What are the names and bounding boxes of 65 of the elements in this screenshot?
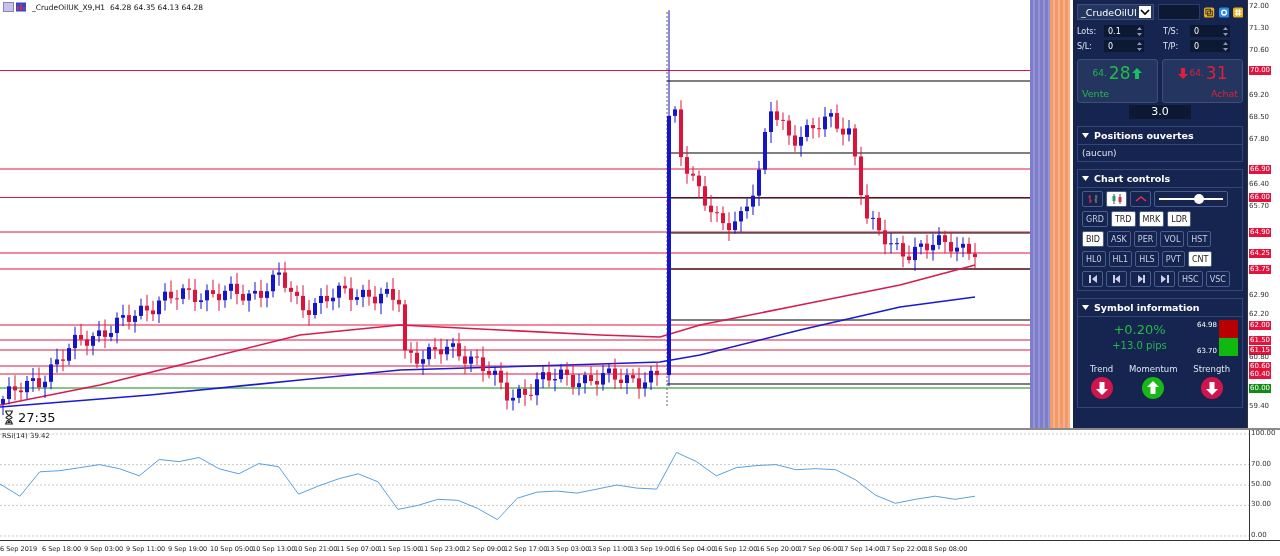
skip-forward-button[interactable] [1154, 271, 1175, 287]
spread-value: 3.0 [1129, 105, 1191, 119]
candle-chart-button[interactable] [1106, 191, 1127, 207]
toggle-button[interactable]: HLS [1135, 251, 1159, 267]
toggle-button[interactable]: VOL [1160, 231, 1185, 247]
toggle-button[interactable]: HL1 [1108, 251, 1133, 267]
toggle-button[interactable]: HSC [1178, 271, 1203, 287]
change-percent: +0.20% [1113, 322, 1166, 337]
countdown-timer: 27:35 [18, 410, 56, 425]
field-label: T/P: [1163, 41, 1180, 51]
skip-forward-icon [1158, 273, 1171, 285]
down-arrow-icon [1177, 67, 1188, 79]
indicator-label: Momentum [1129, 364, 1178, 374]
bar-chart-icon [1086, 194, 1099, 204]
spinner-icon[interactable] [1223, 25, 1228, 37]
chart-icon [3, 2, 27, 12]
number-field[interactable]: 0 [1190, 25, 1230, 37]
change-pips: +13.0 pips [1112, 340, 1167, 351]
grid-icon[interactable] [1232, 6, 1243, 18]
step-back-button[interactable] [1106, 271, 1127, 287]
toggle-button[interactable]: MRK [1138, 211, 1165, 227]
indicator-label: Trend [1089, 364, 1114, 374]
field-label: T/S: [1163, 26, 1180, 36]
section-header[interactable]: Positions ouvertes [1078, 127, 1242, 145]
toggle-button[interactable]: LDR [1167, 211, 1192, 227]
toggle-button[interactable]: VSC [1205, 271, 1230, 287]
caret-up-icon [1134, 194, 1147, 204]
toggle-button[interactable]: PER [1133, 231, 1158, 247]
up-arrow-icon [1132, 67, 1143, 79]
number-field[interactable]: 0 [1190, 40, 1230, 52]
bar-chart-button[interactable] [1082, 191, 1103, 207]
toggle-button[interactable]: BID [1082, 231, 1104, 247]
toggle-button[interactable]: ASK [1107, 231, 1131, 247]
section-header[interactable]: Symbol information [1078, 299, 1242, 317]
skip-back-button[interactable] [1082, 271, 1103, 287]
zoom-slider[interactable] [1154, 191, 1228, 207]
step-back-icon [1110, 273, 1123, 285]
caret-icon [1138, 6, 1151, 18]
toggle-button[interactable]: HL0 [1082, 251, 1106, 267]
spinner-icon[interactable] [1223, 40, 1228, 52]
spinner-icon[interactable] [1137, 25, 1142, 37]
toggle-button[interactable]: GRD [1082, 211, 1108, 227]
toggle-button[interactable]: TRD [1110, 211, 1136, 227]
toggle-button[interactable]: CNT [1187, 251, 1213, 267]
field-label: S/L: [1077, 41, 1093, 51]
circle-icon[interactable] [1218, 6, 1229, 18]
number-field[interactable]: 0 [1104, 40, 1144, 52]
toggle-button[interactable]: PVT [1161, 251, 1185, 267]
hourglass-icon [4, 410, 14, 425]
spinner-icon[interactable] [1137, 40, 1142, 52]
line-chart-button[interactable] [1130, 191, 1151, 207]
number-field[interactable]: 0.1 [1104, 25, 1144, 37]
symbol-select[interactable]: _CrudeOilUI [1077, 4, 1154, 20]
field-label: Lots: [1077, 26, 1098, 36]
range-bar [1219, 338, 1238, 356]
empty-text: (aucun) [1082, 148, 1117, 158]
candlestick-icon [1110, 194, 1123, 204]
indicator-label: Strength [1193, 364, 1231, 374]
copy-icon[interactable] [1204, 6, 1215, 18]
section-header[interactable]: Chart controls [1078, 170, 1242, 188]
range-bar [1219, 320, 1238, 338]
input-field[interactable] [1157, 4, 1201, 20]
step-forward-button[interactable] [1130, 271, 1151, 287]
skip-back-icon [1086, 273, 1099, 285]
toggle-button[interactable]: HST [1187, 231, 1212, 247]
